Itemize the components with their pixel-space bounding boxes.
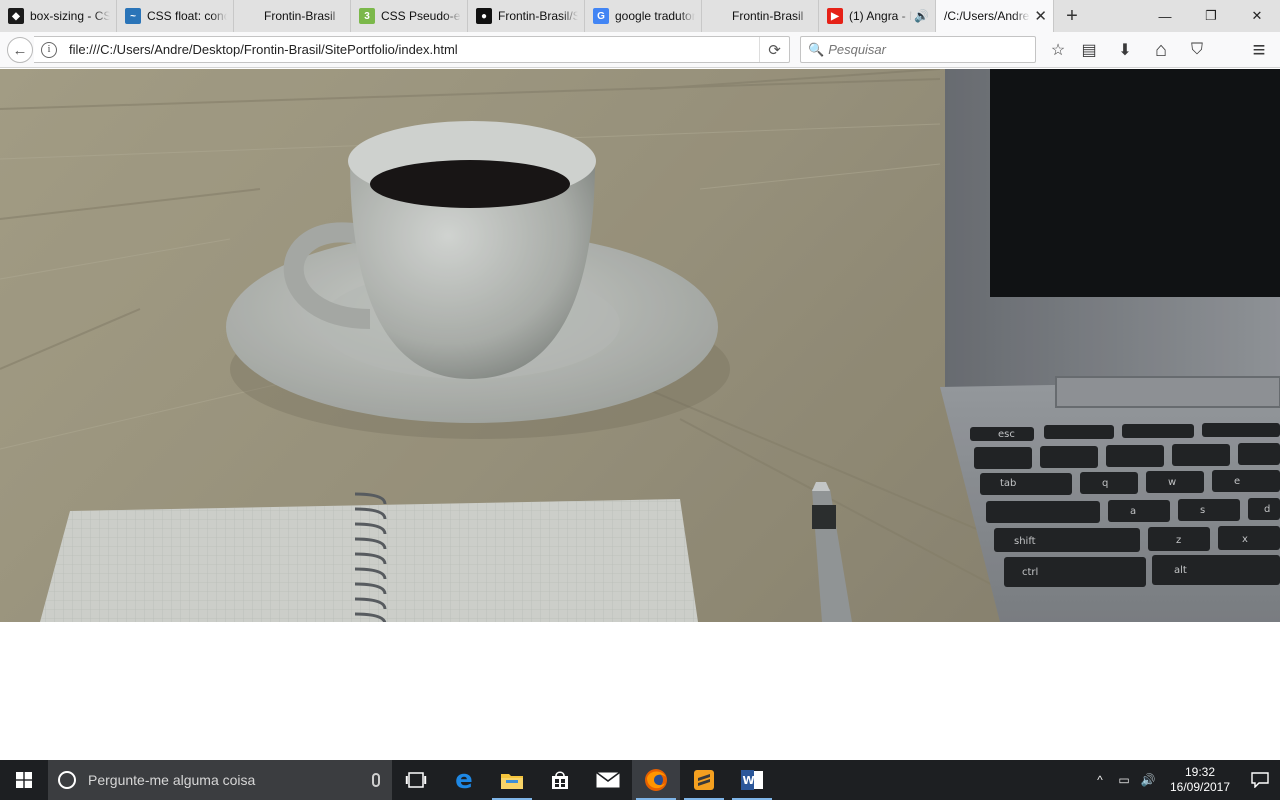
tray-chevron-icon[interactable]: ^ — [1088, 773, 1112, 787]
bookmark-star-icon[interactable]: ☆ — [1046, 38, 1070, 62]
word-icon[interactable]: W — [728, 760, 776, 800]
url-text[interactable]: file:///C:/Users/Andre/Desktop/Frontin-B… — [69, 42, 458, 57]
browser-tab[interactable]: Frontin-Brasil — [702, 0, 819, 32]
windows-logo-icon — [16, 772, 32, 788]
home-icon[interactable]: ⌂ — [1149, 38, 1173, 62]
tab-title: Frontin-Brasil/SitePortfolio — [498, 9, 578, 23]
sublime-text-icon[interactable] — [680, 760, 728, 800]
reload-icon[interactable]: ⟳ — [759, 37, 789, 62]
desk-photo: esc tab shift ctrl alt q w e a s d z x — [0, 69, 1280, 622]
library-icon[interactable]: ▤ — [1077, 38, 1101, 62]
downloads-icon[interactable]: ⬇ — [1113, 38, 1137, 62]
pocket-icon[interactable]: ⛉ — [1185, 38, 1209, 62]
window-controls: — ❐ ✕ — [1142, 0, 1280, 32]
tab-title: Frontin-Brasil — [264, 9, 336, 23]
firefox-icon[interactable] — [632, 760, 680, 800]
tab-title: /C:/Users/Andre/Desktop — [944, 9, 1030, 23]
browser-tab[interactable]: ● Frontin-Brasil/SitePortfolio — [468, 0, 585, 32]
svg-text:W: W — [743, 774, 755, 787]
page-viewport: esc tab shift ctrl alt q w e a s d z x — [0, 69, 1280, 760]
clock-time: 19:32 — [1184, 765, 1216, 779]
minimize-button[interactable]: — — [1142, 0, 1188, 32]
clock-date: 16/09/2017 — [1169, 780, 1231, 794]
close-window-button[interactable]: ✕ — [1234, 0, 1280, 32]
back-button[interactable]: ← — [7, 37, 33, 63]
tab-title: google tradutor — [615, 9, 695, 23]
battery-icon[interactable]: ▭ — [1112, 773, 1136, 787]
store-icon[interactable] — [536, 760, 584, 800]
w3schools-favicon-icon: 3 — [359, 8, 375, 24]
site-favicon-icon: ~ — [125, 8, 141, 24]
tab-title: (1) Angra - Nova Era — [849, 9, 912, 23]
edge-icon[interactable]: e — [440, 760, 488, 800]
browser-tab-strip: ◆ box-sizing - CSS ~ CSS float: conceito Fro… — [0, 0, 1280, 32]
cortana-search-box[interactable]: Pergunte-me alguma coisa — [48, 760, 392, 800]
hero-image: esc tab shift ctrl alt q w e a s d z x — [0, 69, 1280, 622]
tab-title: CSS float: conceito — [147, 9, 227, 23]
restore-button[interactable]: ❐ — [1188, 0, 1234, 32]
mdn-favicon-icon: ◆ — [8, 8, 24, 24]
new-tab-button[interactable]: + — [1054, 0, 1090, 32]
blank-favicon-icon — [242, 8, 258, 24]
microphone-icon[interactable] — [372, 773, 380, 787]
system-tray: ^ ▭ 🔊 19:32 16/09/2017 — [1088, 760, 1280, 800]
tab-active[interactable]: /C:/Users/Andre/Desktop ✕ — [936, 0, 1054, 32]
search-bar[interactable]: 🔍 — [800, 36, 1036, 63]
search-icon: 🔍 — [808, 41, 825, 57]
github-favicon-icon: ● — [476, 8, 492, 24]
cortana-icon — [58, 771, 76, 789]
volume-icon[interactable]: 🔊 — [1136, 773, 1160, 787]
clock[interactable]: 19:32 16/09/2017 — [1164, 765, 1236, 795]
windows-taskbar: Pergunte-me alguma coisa e W ^ ▭ 🔊 19:32… — [0, 760, 1280, 800]
browser-tab[interactable]: ▶ (1) Angra - Nova Era🔊 — [819, 0, 936, 32]
task-view-icon[interactable] — [392, 760, 440, 800]
tab-title: CSS Pseudo-elements — [381, 9, 461, 23]
notifications-icon[interactable] — [1240, 760, 1280, 800]
tab-title: box-sizing - CSS — [30, 9, 110, 23]
browser-tab[interactable]: Ggoogle tradutor — [585, 0, 702, 32]
mail-icon[interactable] — [584, 760, 632, 800]
url-bar[interactable]: i file:///C:/Users/Andre/Desktop/Frontin… — [34, 36, 790, 63]
browser-tab[interactable]: 3 CSS Pseudo-elements — [351, 0, 468, 32]
start-button[interactable] — [0, 760, 48, 800]
file-explorer-icon[interactable] — [488, 760, 536, 800]
browser-tab[interactable]: ~ CSS float: conceito — [117, 0, 234, 32]
tab-title: Frontin-Brasil — [732, 9, 804, 23]
site-info-icon[interactable]: i — [41, 41, 57, 58]
search-input[interactable] — [828, 38, 1029, 61]
google-favicon-icon: G — [593, 8, 609, 24]
close-tab-icon[interactable]: ✕ — [1034, 7, 1047, 25]
youtube-favicon-icon: ▶ — [827, 8, 843, 24]
browser-tab[interactable]: ◆ box-sizing - CSS — [0, 0, 117, 32]
blank-favicon-icon — [710, 8, 726, 24]
browser-tab[interactable]: Frontin-Brasil — [234, 0, 351, 32]
tab-list: ◆ box-sizing - CSS ~ CSS float: conceito Fro… — [0, 0, 1054, 32]
tab-audio-icon[interactable]: 🔊 — [914, 9, 929, 23]
cortana-placeholder: Pergunte-me alguma coisa — [88, 772, 256, 788]
menu-icon[interactable]: ≡ — [1247, 37, 1271, 62]
